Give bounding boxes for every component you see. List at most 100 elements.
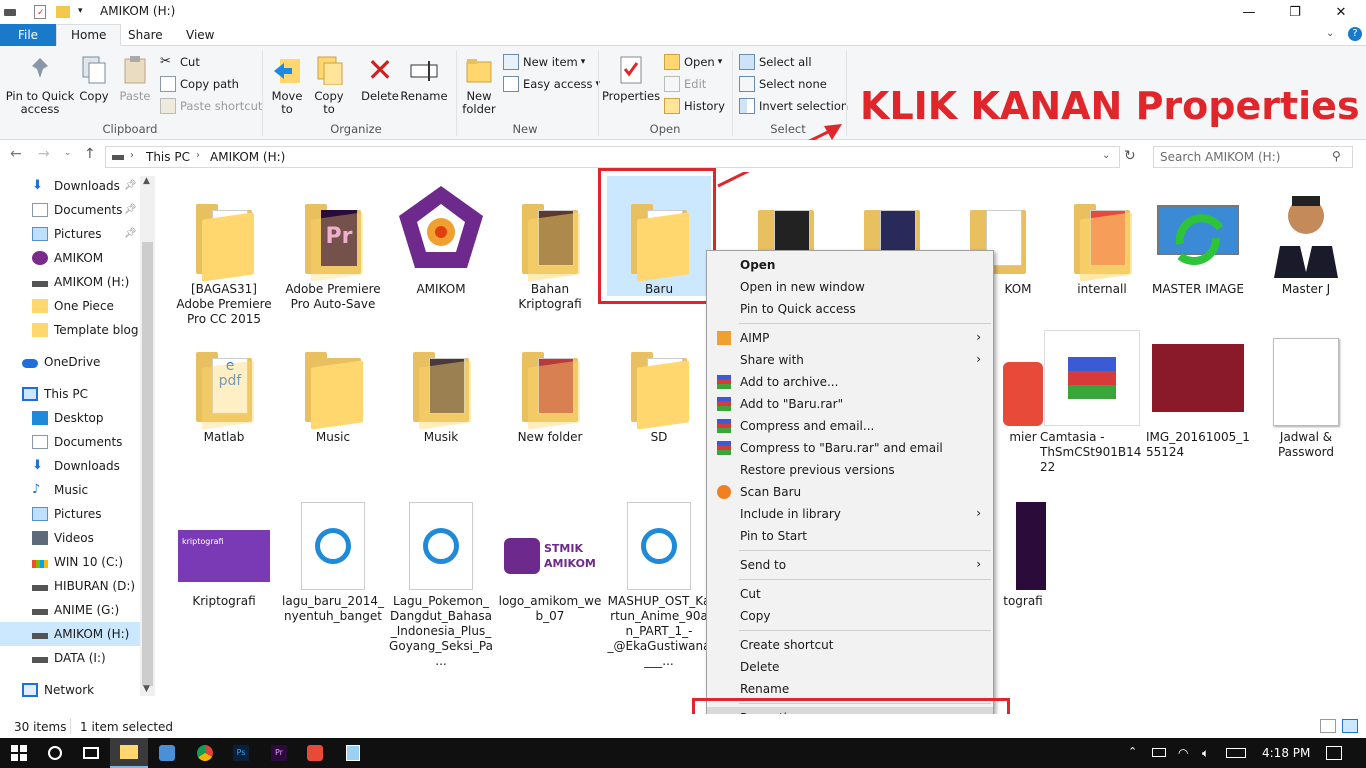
address-box[interactable]: › This PC › AMIKOM (H:) ⌄ bbox=[105, 146, 1120, 168]
tray-chevron-icon[interactable]: ⌃ bbox=[1128, 745, 1137, 758]
tab-home[interactable]: Home bbox=[56, 24, 122, 46]
open-button[interactable]: Open ▾ bbox=[664, 52, 722, 72]
nav-item-videos[interactable]: Videos bbox=[0, 526, 140, 550]
menu-item-scan[interactable]: Scan Baru bbox=[707, 481, 993, 503]
nav-item-drive-d[interactable]: HIBURAN (D:) bbox=[0, 574, 140, 598]
taskbar-file-explorer[interactable] bbox=[110, 738, 148, 768]
menu-item-add-archive[interactable]: Add to archive... bbox=[707, 371, 993, 393]
scroll-up-icon[interactable]: ▲ bbox=[143, 176, 150, 186]
edit-button[interactable]: Edit bbox=[664, 74, 706, 94]
menu-item-aimp[interactable]: AIMP › bbox=[707, 327, 993, 349]
file-item[interactable]: MASTER IMAGE bbox=[1146, 182, 1250, 297]
taskbar-chrome[interactable] bbox=[186, 738, 224, 768]
menu-item-send-to[interactable]: Send to › bbox=[707, 554, 993, 576]
nav-item-pictures[interactable]: Pictures bbox=[0, 222, 140, 246]
volume-icon[interactable]: 🔈︎ bbox=[1202, 746, 1209, 761]
file-item[interactable]: lagu_baru_2014_nyentuh_banget bbox=[281, 494, 385, 624]
file-item[interactable]: AMIKOM bbox=[389, 182, 493, 297]
address-dropdown-icon[interactable]: ⌄ bbox=[1102, 150, 1110, 161]
keyboard-icon[interactable] bbox=[1226, 748, 1246, 758]
taskbar-notepad[interactable] bbox=[334, 738, 372, 768]
up-icon[interactable]: ↑ bbox=[84, 146, 96, 162]
menu-item-restore-versions[interactable]: Restore previous versions bbox=[707, 459, 993, 481]
clock[interactable]: 4:18 PM bbox=[1262, 746, 1310, 760]
file-item[interactable]: Music bbox=[281, 330, 385, 445]
nav-item-pc-downloads[interactable]: ⬇ Downloads bbox=[0, 454, 140, 478]
menu-item-open[interactable]: Open bbox=[707, 254, 993, 276]
menu-item-pin-quick-access[interactable]: Pin to Quick access bbox=[707, 298, 993, 320]
battery-icon[interactable] bbox=[1152, 748, 1166, 757]
nav-scrollbar[interactable]: ▲ ▼ bbox=[140, 176, 155, 696]
new-folder-button[interactable]: New folder bbox=[460, 54, 498, 116]
new-item-button[interactable]: New item ▾ bbox=[503, 52, 585, 72]
recent-locations-icon[interactable]: ⌄ bbox=[64, 148, 72, 158]
file-item[interactable]: Lagu_Pokemon_Dangdut_Bahasa_Indonesia_Pl… bbox=[389, 494, 493, 669]
menu-item-open-new-window[interactable]: Open in new window bbox=[707, 276, 993, 298]
nav-item-onedrive[interactable]: OneDrive bbox=[0, 350, 140, 374]
back-icon[interactable]: ← bbox=[10, 146, 22, 162]
tab-view[interactable]: View bbox=[172, 24, 228, 46]
file-item[interactable]: [BAGAS31] Adobe Premiere Pro CC 2015 bbox=[172, 182, 276, 327]
file-item[interactable]: Jadwal & Password bbox=[1254, 330, 1358, 460]
scroll-down-icon[interactable]: ▼ bbox=[143, 684, 150, 694]
taskbar-app[interactable] bbox=[148, 738, 186, 768]
refresh-icon[interactable]: ↻ bbox=[1124, 148, 1136, 164]
forward-icon[interactable]: → bbox=[38, 146, 50, 162]
easy-access-button[interactable]: Easy access▾ bbox=[503, 74, 600, 94]
nav-item-this-pc[interactable]: This PC bbox=[0, 382, 140, 406]
large-icons-view-icon[interactable] bbox=[1342, 719, 1358, 733]
move-to-button[interactable]: Move to bbox=[268, 54, 306, 116]
file-item[interactable]: SD bbox=[607, 330, 711, 445]
search-input[interactable]: Search AMIKOM (H:) bbox=[1153, 146, 1353, 168]
file-item[interactable]: New folder bbox=[498, 330, 602, 445]
nav-item-drive-i[interactable]: DATA (I:) bbox=[0, 646, 140, 670]
menu-item-rename[interactable]: Rename bbox=[707, 678, 993, 700]
file-item[interactable]: internall bbox=[1050, 182, 1154, 297]
file-item[interactable]: Pr Adobe Premiere Pro Auto-Save bbox=[281, 182, 385, 312]
scroll-thumb[interactable] bbox=[142, 242, 153, 686]
history-button[interactable]: History bbox=[664, 96, 725, 116]
file-item[interactable]: Camtasia - ThSmCSt901B1422 bbox=[1040, 330, 1144, 475]
file-item[interactable]: IMG_20161005_155124 bbox=[1146, 330, 1250, 460]
nav-item-drive-h[interactable]: AMIKOM (H:) bbox=[0, 622, 140, 646]
start-button[interactable] bbox=[0, 738, 38, 768]
menu-item-include-library[interactable]: Include in library › bbox=[707, 503, 993, 525]
nav-item-amikom-h[interactable]: AMIKOM (H:) bbox=[0, 270, 140, 294]
close-button[interactable]: ✕ bbox=[1318, 0, 1364, 24]
taskbar-photoshop[interactable]: Ps bbox=[222, 738, 260, 768]
menu-item-delete[interactable]: Delete bbox=[707, 656, 993, 678]
nav-item-one-piece[interactable]: One Piece bbox=[0, 294, 140, 318]
taskbar-camtasia[interactable] bbox=[296, 738, 334, 768]
file-item[interactable]: MASHUP_OST_Kartun_Anime_90an_PART_1_-_@E… bbox=[607, 494, 711, 669]
copy-button[interactable]: Copy bbox=[78, 54, 110, 103]
cortana-button[interactable] bbox=[36, 738, 74, 768]
menu-item-pin-start[interactable]: Pin to Start bbox=[707, 525, 993, 547]
file-item[interactable]: e pdf Matlab bbox=[172, 330, 276, 445]
cut-button[interactable]: ✂ Cut bbox=[160, 52, 200, 72]
ribbon-collapse-icon[interactable]: ⌄ bbox=[1326, 28, 1334, 39]
nav-item-template-blog[interactable]: Template blog R bbox=[0, 318, 140, 342]
task-view-button[interactable] bbox=[72, 738, 110, 768]
nav-item-pc-documents[interactable]: Documents bbox=[0, 430, 140, 454]
wifi-icon[interactable]: ◠ bbox=[1178, 746, 1188, 760]
nav-item-drive-g[interactable]: ANIME (G:) bbox=[0, 598, 140, 622]
tab-share[interactable]: Share bbox=[114, 24, 177, 46]
menu-item-cut[interactable]: Cut bbox=[707, 583, 993, 605]
nav-item-downloads[interactable]: ⬇ Downloads bbox=[0, 174, 140, 198]
breadcrumb-this-pc[interactable]: This PC bbox=[146, 150, 190, 164]
pin-quick-access-button[interactable]: Pin to Quick access bbox=[4, 54, 76, 116]
nav-item-network[interactable]: Network bbox=[0, 678, 140, 702]
nav-item-amikom[interactable]: AMIKOM bbox=[0, 246, 140, 270]
paste-button[interactable]: Paste bbox=[118, 54, 152, 103]
nav-item-drive-c[interactable]: WIN 10 (C:) bbox=[0, 550, 140, 574]
delete-button[interactable]: ✕ Delete bbox=[360, 54, 400, 103]
taskbar-premiere[interactable]: Pr bbox=[260, 738, 298, 768]
properties-button[interactable]: Properties bbox=[602, 54, 660, 103]
menu-item-compress-email[interactable]: Compress and email... bbox=[707, 415, 993, 437]
rename-button[interactable]: Rename bbox=[400, 54, 448, 103]
copy-to-button[interactable]: Copy to bbox=[310, 54, 348, 116]
paste-shortcut-button[interactable]: Paste shortcut bbox=[160, 96, 262, 116]
new-folder-qat-icon[interactable] bbox=[56, 6, 70, 18]
menu-item-create-shortcut[interactable]: Create shortcut bbox=[707, 634, 993, 656]
properties-qat-icon[interactable]: ✓ bbox=[34, 5, 46, 19]
